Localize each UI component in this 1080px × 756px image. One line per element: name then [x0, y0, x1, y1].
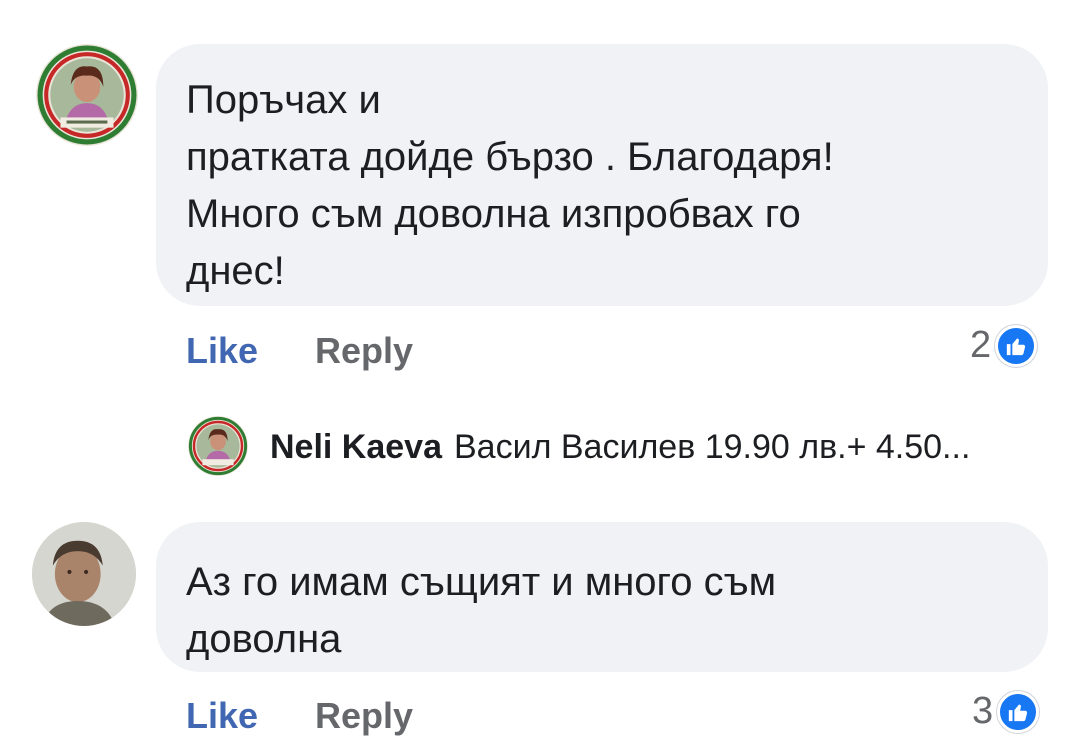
commenter-avatar[interactable] [36, 44, 138, 146]
thumbs-up-icon [997, 690, 1040, 733]
reply-button[interactable]: Reply [315, 695, 413, 737]
reaction-count: 2 [970, 324, 992, 366]
comment-bubble: Аз го имам същият и много съм доволна [156, 522, 1048, 672]
reply-snippet: Васил Василев 19.90 лв.+ 4.50... [454, 428, 971, 466]
reaction-count: 3 [972, 690, 994, 732]
reply-author-avatar[interactable] [188, 416, 248, 476]
profile-photo-icon [36, 44, 138, 146]
profile-photo-icon [188, 416, 248, 476]
comment-bubble: Поръчах и пратката дойде бързо . Благода… [156, 44, 1048, 306]
thumbs-up-icon [995, 324, 1038, 367]
comment-text: Поръчах и пратката дойде бързо . Благода… [186, 78, 834, 293]
commenter-avatar[interactable] [32, 522, 136, 626]
comment-text: Аз го имам същият и много съм доволна [186, 560, 777, 661]
reply-author-name[interactable]: Neli Kaeva [270, 428, 442, 467]
like-button[interactable]: Like [186, 695, 258, 737]
reaction-summary[interactable]: 2 [970, 324, 1038, 367]
reaction-summary[interactable]: 3 [972, 690, 1040, 733]
reply-preview[interactable]: Neli Kaeva Васил Василев 19.90 лв.+ 4.50… [270, 428, 970, 467]
profile-photo-icon [32, 522, 136, 626]
like-button[interactable]: Like [186, 330, 258, 372]
reply-button[interactable]: Reply [315, 330, 413, 372]
